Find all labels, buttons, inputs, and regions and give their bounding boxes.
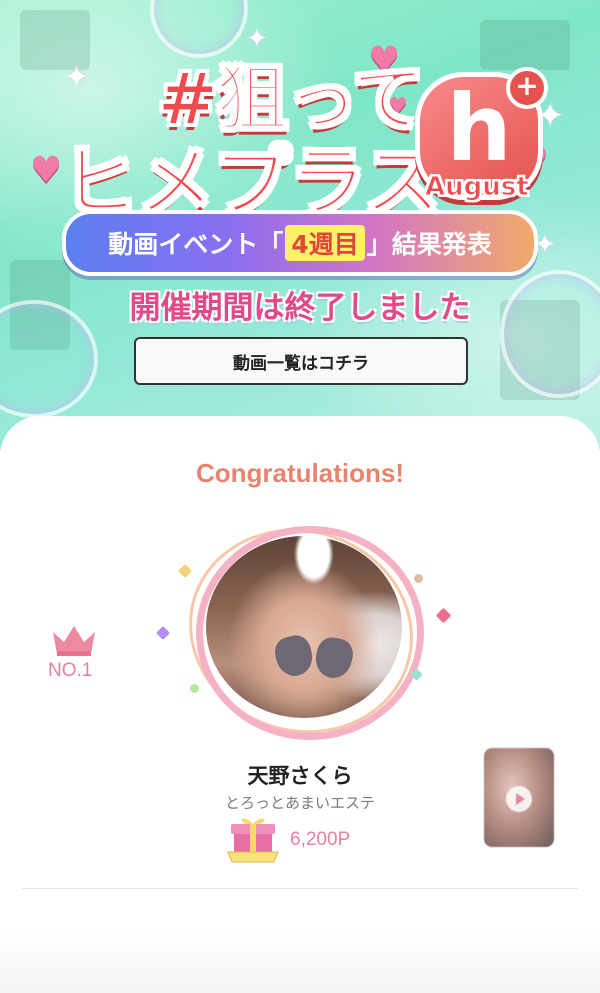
rank-label: NO.1 [48, 660, 93, 681]
points-value: 6,200P [290, 829, 351, 850]
gift-badge-icon [227, 818, 279, 863]
winner-video-thumbnail[interactable] [484, 748, 554, 847]
ribbon-week: 4週目 [285, 225, 365, 261]
ribbon-prefix: 動画イベント「 [108, 230, 284, 259]
play-icon[interactable] [506, 786, 532, 812]
bottom-area [0, 930, 600, 993]
result-ribbon: 動画イベント「 4週目 」結果発表 [62, 210, 538, 276]
event-ended-notice: 開催期間は終了しました [129, 290, 471, 326]
photo-detail [312, 634, 356, 682]
event-banner: ✦ ✦ ✦ ✦ ✦ ♥ ♥ ♥ ♥ #狙って ヒメプラス h + August … [0, 0, 600, 450]
video-list-button[interactable]: 動画一覧はコチラ [134, 337, 468, 385]
photo-detail [271, 632, 317, 680]
ribbon-suffix: 」結果発表 [366, 230, 492, 259]
event-month: August [425, 172, 530, 203]
congratulations-heading: Congratulations! [196, 458, 404, 488]
winner-photo[interactable] [206, 536, 402, 718]
crown-icon [53, 626, 95, 656]
plus-icon: + [506, 67, 548, 109]
logo-letter: h [446, 75, 512, 182]
divider [22, 888, 578, 889]
